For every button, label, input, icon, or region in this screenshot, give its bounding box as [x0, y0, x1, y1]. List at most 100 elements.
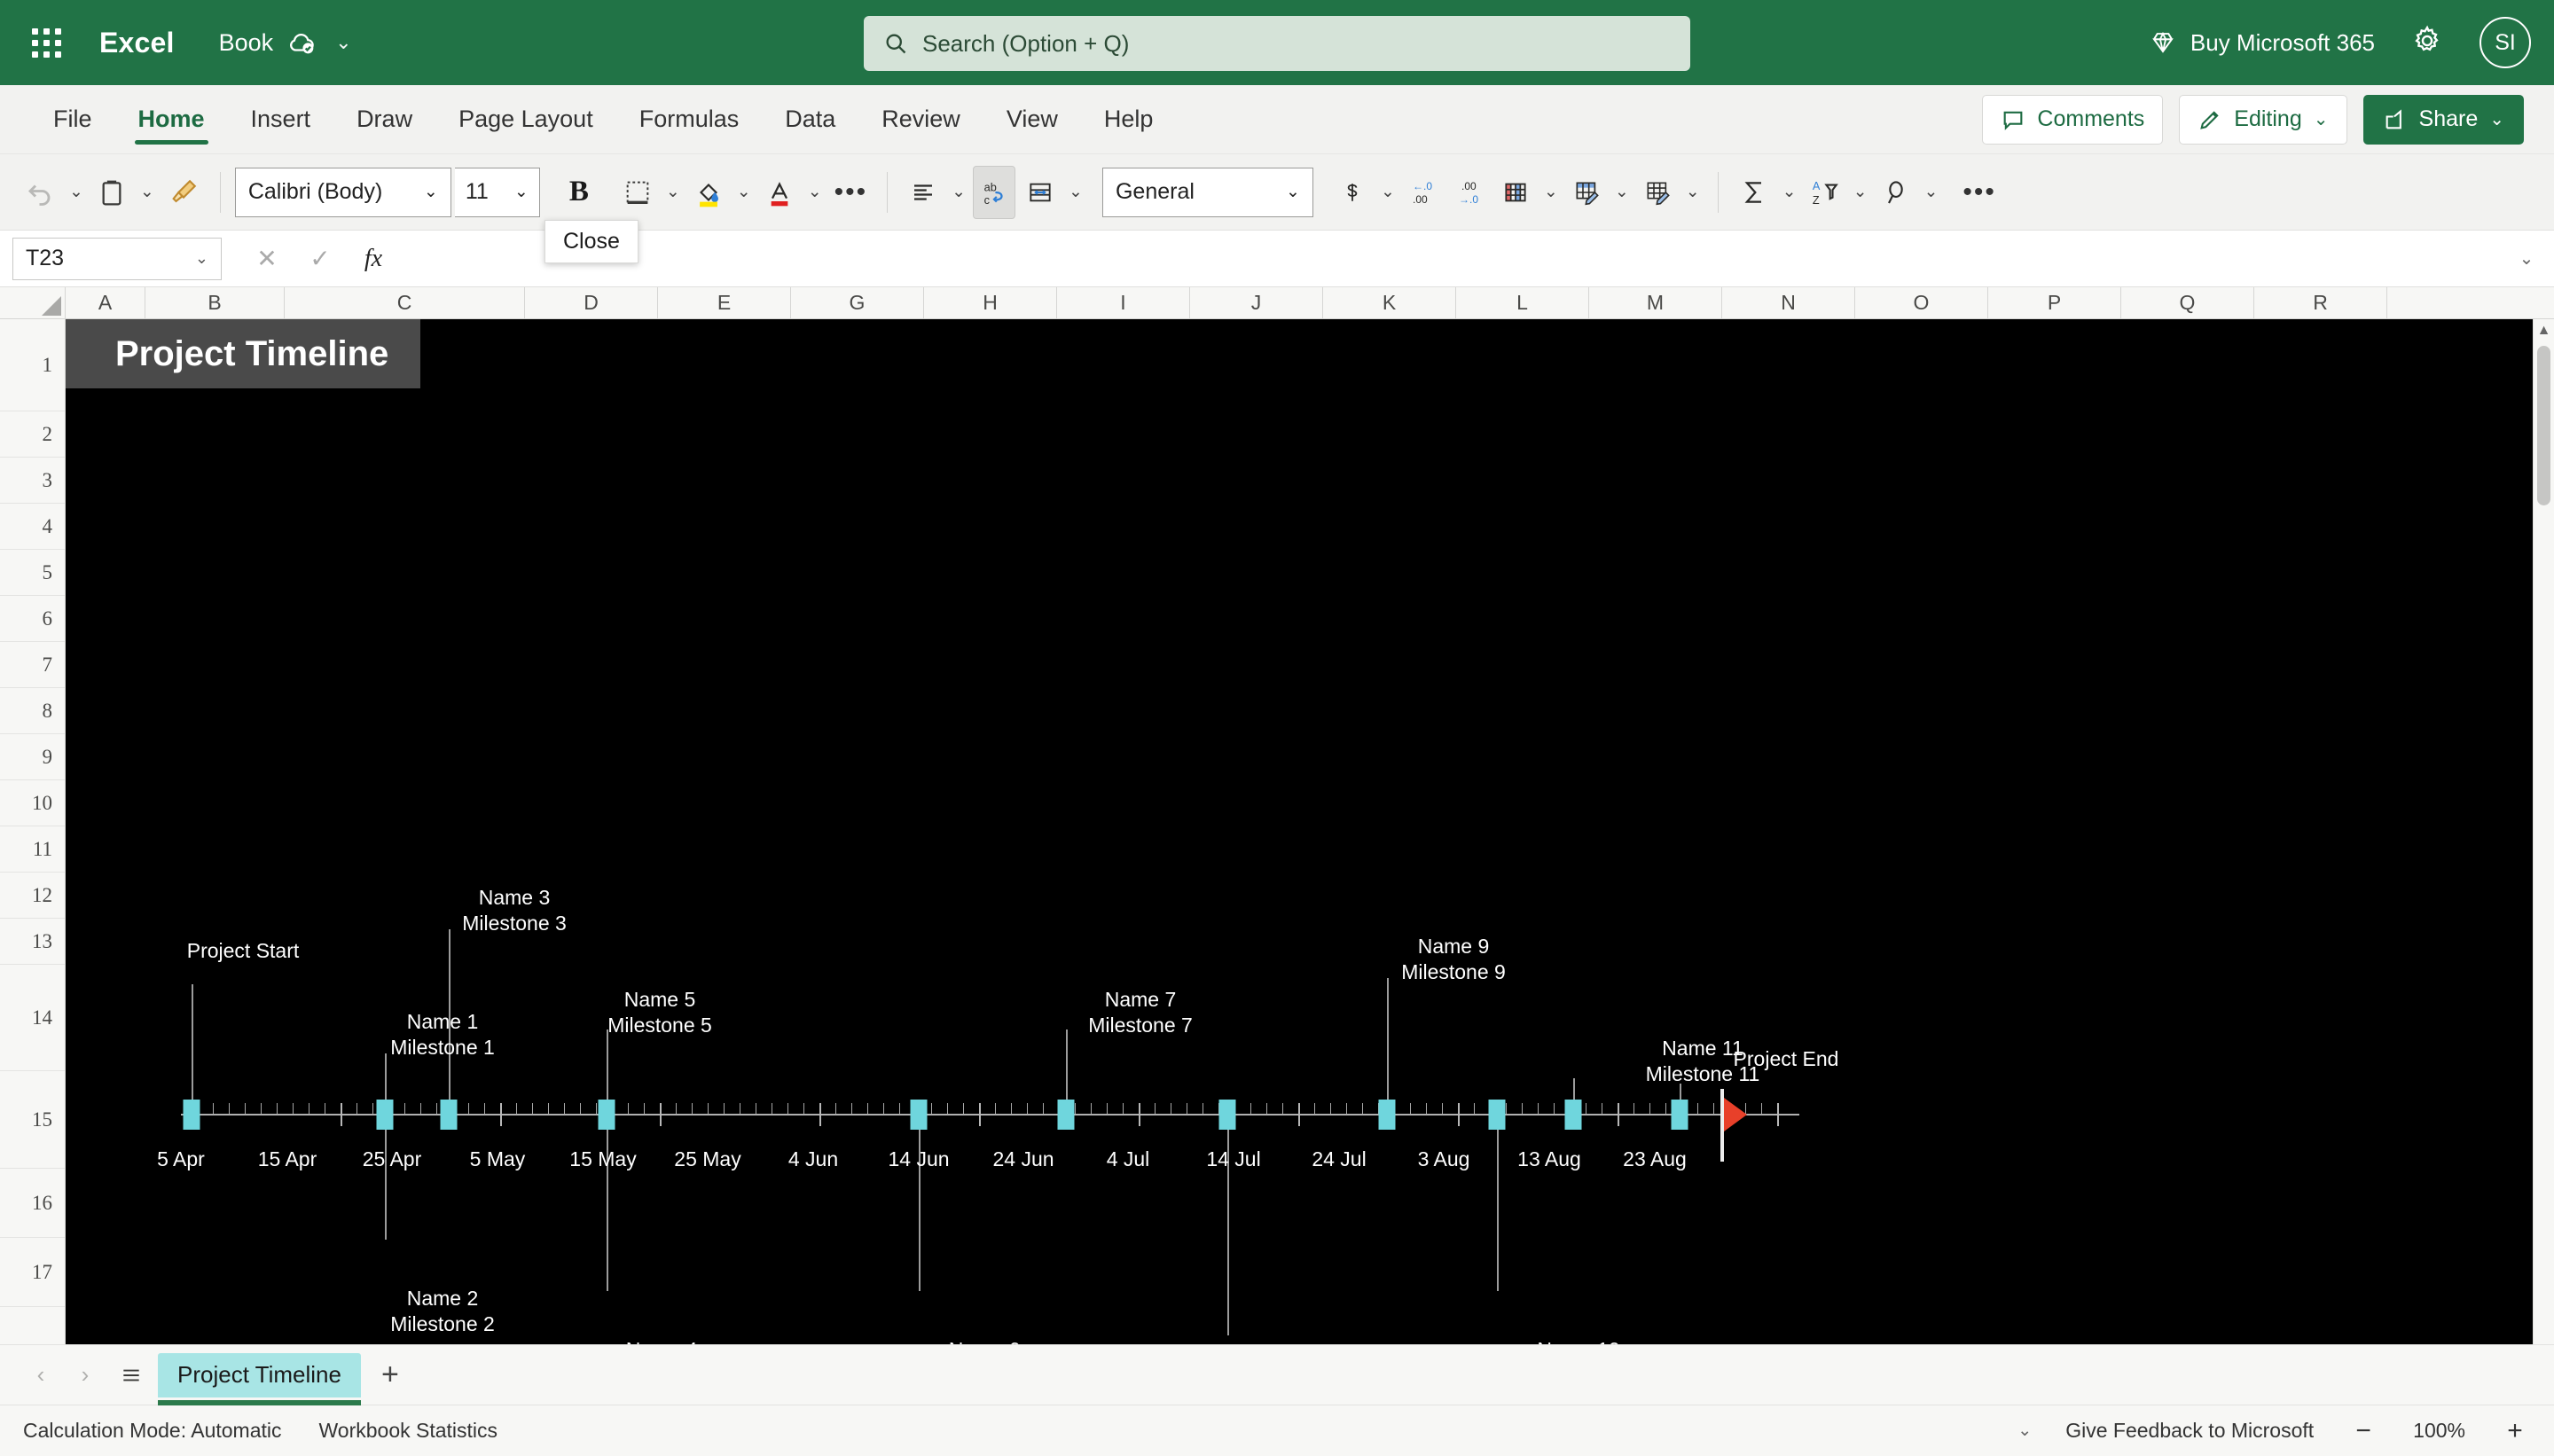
row-header-4[interactable]: 4: [0, 504, 65, 550]
plus-icon[interactable]: +: [366, 1353, 414, 1397]
clipboard-icon[interactable]: [90, 166, 133, 219]
column-header-B[interactable]: B: [145, 287, 285, 318]
row-header-2[interactable]: 2: [0, 411, 65, 458]
currency-dropdown-icon[interactable]: ⌄: [1377, 182, 1398, 202]
undo-dropdown-icon[interactable]: ⌄: [66, 182, 87, 202]
workbook-statistics-button[interactable]: Workbook Statistics: [319, 1419, 498, 1443]
autosum-dropdown-icon[interactable]: ⌄: [1779, 182, 1800, 202]
column-header-E[interactable]: E: [658, 287, 791, 318]
row-header-9[interactable]: 9: [0, 734, 65, 780]
chevron-left-icon[interactable]: ‹: [21, 1356, 60, 1395]
bold-button[interactable]: B: [558, 166, 600, 219]
borders-dropdown-icon[interactable]: ⌄: [662, 182, 684, 202]
app-launcher-icon[interactable]: [23, 20, 69, 66]
chevron-down-icon[interactable]: ⌄: [335, 31, 351, 54]
milestone-marker[interactable]: [377, 1100, 394, 1130]
row-header-10[interactable]: 10: [0, 780, 65, 826]
tab-file[interactable]: File: [30, 85, 115, 153]
column-header-M[interactable]: M: [1589, 287, 1722, 318]
tab-view[interactable]: View: [983, 85, 1081, 153]
align-left-icon[interactable]: [902, 166, 944, 219]
autosum-icon[interactable]: [1733, 166, 1775, 219]
avatar[interactable]: SI: [2480, 17, 2531, 68]
vertical-scrollbar[interactable]: ▲: [2533, 319, 2554, 1344]
milestone-marker[interactable]: [1489, 1100, 1506, 1130]
font-name-select[interactable]: Calibri (Body) ⌄: [235, 168, 451, 217]
milestone-marker[interactable]: [1565, 1100, 1582, 1130]
row-header-15[interactable]: 15: [0, 1071, 65, 1169]
select-all-corner[interactable]: [0, 287, 66, 318]
row-header-12[interactable]: 12: [0, 873, 65, 919]
milestone-marker[interactable]: [911, 1100, 928, 1130]
check-icon[interactable]: ✓: [302, 240, 339, 278]
milestone-marker[interactable]: [441, 1100, 458, 1130]
milestone-marker[interactable]: [184, 1100, 200, 1130]
tab-review[interactable]: Review: [858, 85, 983, 153]
merge-cells-icon[interactable]: [1019, 166, 1062, 219]
column-header-I[interactable]: I: [1057, 287, 1190, 318]
column-header-C[interactable]: C: [285, 287, 525, 318]
tab-help[interactable]: Help: [1081, 85, 1177, 153]
cell-styles-icon[interactable]: [1636, 166, 1679, 219]
fill-color-icon[interactable]: [687, 166, 730, 219]
sort-filter-icon[interactable]: A Z: [1804, 166, 1846, 219]
tab-data[interactable]: Data: [762, 85, 858, 153]
column-header-J[interactable]: J: [1190, 287, 1323, 318]
row-header-7[interactable]: 7: [0, 642, 65, 688]
paste-dropdown-icon[interactable]: ⌄: [137, 182, 158, 202]
merge-dropdown-icon[interactable]: ⌄: [1065, 182, 1086, 202]
row-header-8[interactable]: 8: [0, 688, 65, 734]
buy-microsoft-365-button[interactable]: Buy Microsoft 365: [2150, 29, 2375, 57]
close-x-icon[interactable]: ✕: [248, 240, 286, 278]
format-as-table-icon[interactable]: [1565, 166, 1608, 219]
row-header-17[interactable]: 17: [0, 1238, 65, 1307]
styles-dropdown-icon[interactable]: ⌄: [1682, 182, 1704, 202]
formula-input[interactable]: [419, 238, 2499, 280]
column-header-O[interactable]: O: [1855, 287, 1988, 318]
scrollbar-thumb[interactable]: [2537, 346, 2550, 505]
scroll-up-icon[interactable]: ▲: [2534, 319, 2554, 342]
milestone-marker[interactable]: [599, 1100, 615, 1130]
milestone-marker[interactable]: [1219, 1100, 1236, 1130]
search-input[interactable]: Search (Option + Q): [864, 16, 1690, 71]
align-dropdown-icon[interactable]: ⌄: [948, 182, 969, 202]
sort-dropdown-icon[interactable]: ⌄: [1850, 182, 1871, 202]
row-header-5[interactable]: 5: [0, 550, 65, 596]
comments-button[interactable]: Comments: [1982, 95, 2163, 145]
undo-icon[interactable]: [20, 166, 62, 219]
font-size-select[interactable]: 11 ⌄: [455, 168, 540, 217]
formula-expand-icon[interactable]: ⌄: [2511, 247, 2542, 270]
chevron-right-icon[interactable]: ›: [66, 1356, 105, 1395]
more-font-options-icon[interactable]: •••: [829, 166, 874, 219]
currency-icon[interactable]: [1331, 166, 1374, 219]
zoom-out-button[interactable]: −: [2347, 1416, 2379, 1446]
tab-page-layout[interactable]: Page Layout: [435, 85, 616, 153]
column-header-K[interactable]: K: [1323, 287, 1456, 318]
find-dropdown-icon[interactable]: ⌄: [1921, 182, 1942, 202]
find-icon[interactable]: [1875, 166, 1917, 219]
all-sheets-icon[interactable]: [110, 1356, 153, 1395]
more-commands-icon[interactable]: •••: [1957, 166, 2002, 219]
sheet-tab-project-timeline[interactable]: Project Timeline: [158, 1353, 361, 1397]
font-color-dropdown-icon[interactable]: ⌄: [804, 182, 826, 202]
table-dropdown-icon[interactable]: ⌄: [1611, 182, 1633, 202]
tab-formulas[interactable]: Formulas: [616, 85, 763, 153]
sheet-canvas[interactable]: Project Timeline: [66, 319, 2554, 1344]
column-header-D[interactable]: D: [525, 287, 658, 318]
number-format-select[interactable]: General ⌄: [1102, 168, 1313, 217]
row-header-1[interactable]: 1: [0, 319, 65, 411]
editing-button[interactable]: Editing ⌄: [2179, 95, 2346, 145]
tab-draw[interactable]: Draw: [333, 85, 435, 153]
column-header-H[interactable]: H: [924, 287, 1057, 318]
conditional-formatting-icon[interactable]: [1494, 166, 1537, 219]
row-header-6[interactable]: 6: [0, 596, 65, 642]
give-feedback-button[interactable]: Give Feedback to Microsoft: [2065, 1419, 2314, 1443]
column-header-P[interactable]: P: [1988, 287, 2121, 318]
fill-dropdown-icon[interactable]: ⌄: [733, 182, 755, 202]
column-header-R[interactable]: R: [2254, 287, 2387, 318]
zoom-level-label[interactable]: 100%: [2413, 1419, 2465, 1443]
name-box[interactable]: T23 ⌄: [12, 238, 222, 280]
zoom-in-button[interactable]: +: [2499, 1416, 2531, 1446]
cf-dropdown-icon[interactable]: ⌄: [1540, 182, 1562, 202]
row-header-11[interactable]: 11: [0, 826, 65, 873]
